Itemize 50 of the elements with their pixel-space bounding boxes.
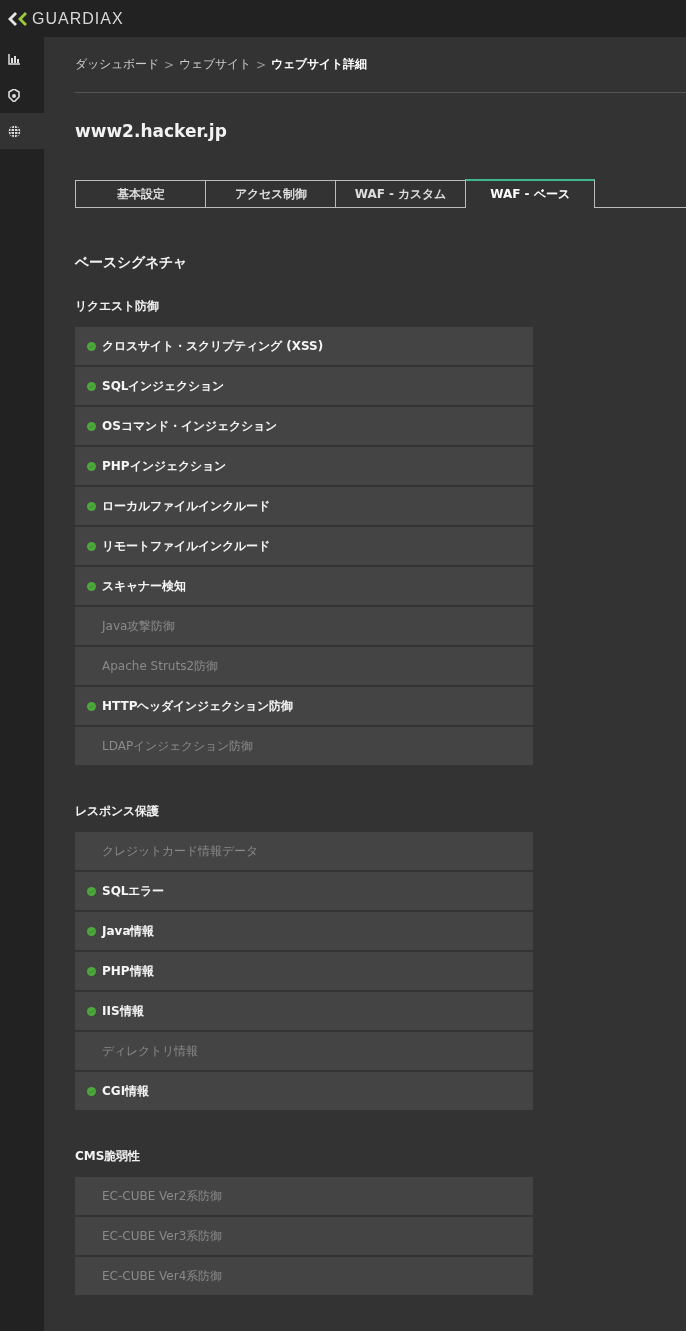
signature-label: OSコマンド・インジェクション [102,417,277,435]
tab[interactable]: WAF - ベース [465,179,595,208]
signature-label: スキャナー検知 [102,577,186,595]
group-title: CMS脆弱性 [75,1148,142,1165]
signature-row[interactable]: SQLエラー [75,872,533,910]
breadcrumb-link[interactable]: ダッシュボード [75,56,159,73]
globe-icon[interactable] [8,124,21,138]
signature-row[interactable]: クロスサイト・スクリプティング (XSS) [75,327,533,365]
bar-chart-icon[interactable] [8,53,20,65]
signature-row[interactable]: スキャナー検知 [75,567,533,605]
signature-row[interactable]: CGI情報 [75,1072,533,1110]
group-title: リクエスト防御 [75,298,160,315]
signature-row[interactable]: PHP情報 [75,952,533,990]
signature-label: HTTPヘッダインジェクション防御 [102,697,294,715]
signature-row[interactable]: Java情報 [75,912,533,950]
signature-row[interactable]: OSコマンド・インジェクション [75,407,533,445]
signature-row[interactable]: PHPインジェクション [75,447,533,485]
sidebar-item[interactable] [0,113,44,149]
signature-label: PHP情報 [102,962,154,980]
signature-label: LDAPインジェクション防御 [102,737,254,755]
logo-icon [6,10,28,27]
signature-row[interactable]: IIS情報 [75,992,533,1030]
signature-label: PHPインジェクション [102,457,226,475]
brand-name: GUARDIAX [32,9,124,28]
signature-row[interactable]: リモートファイルインクルード [75,527,533,565]
signature-label: EC-CUBE Ver2系防御 [102,1187,223,1205]
section-heading: ベースシグネチャ [75,254,188,272]
page-title: www2.hacker.jp [75,121,228,141]
breadcrumb-link[interactable]: ウェブサイト [179,56,252,73]
group-title: レスポンス保護 [75,803,160,820]
signature-row[interactable]: ローカルファイルインクルード [75,487,533,525]
signature-label: ローカルファイルインクルード [102,497,270,515]
signature-label: Java情報 [102,922,155,940]
signature-label: Java攻撃防御 [102,617,176,635]
signature-label: CGI情報 [102,1082,150,1100]
signature-label: EC-CUBE Ver3系防御 [102,1227,223,1245]
signature-label: EC-CUBE Ver4系防御 [102,1267,223,1285]
signature-label: SQLインジェクション [102,377,225,395]
shield-icon[interactable] [8,88,20,102]
signature-label: クロスサイト・スクリプティング (XSS) [102,337,324,355]
breadcrumb-separator: > [164,57,175,72]
signature-row[interactable]: SQLインジェクション [75,367,533,405]
signature-label: SQLエラー [102,882,165,900]
signature-label: リモートファイルインクルード [102,537,270,555]
breadcrumb-separator: > [256,57,267,72]
signature-row[interactable]: HTTPヘッダインジェクション防御 [75,687,533,725]
tab[interactable]: 基本設定 [75,180,205,207]
signature-label: IIS情報 [102,1002,144,1020]
signature-label: Apache Struts2防御 [102,657,219,675]
tab[interactable]: アクセス制御 [205,180,335,207]
